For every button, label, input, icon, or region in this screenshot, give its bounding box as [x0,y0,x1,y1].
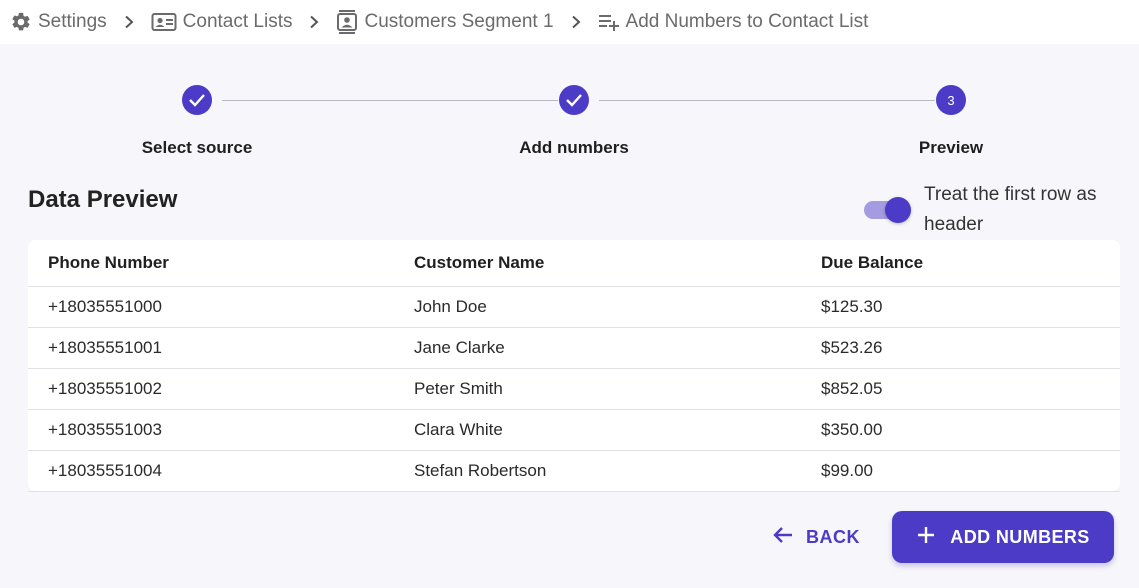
cell-name: John Doe [414,286,821,328]
cell-name: Peter Smith [414,368,821,410]
cell-name: Stefan Robertson [414,450,821,492]
cell-name: Jane Clarke [414,327,821,369]
contact-card-icon [151,11,177,33]
gear-icon [10,11,32,33]
chevron-right-icon [123,15,135,29]
cell-balance: $99.00 [821,450,1120,492]
breadcrumb-customers-segment[interactable]: Customers Segment 1 [336,9,554,35]
breadcrumb-label: Add Numbers to Contact List [625,11,869,32]
arrow-left-icon [772,525,794,550]
cell-phone: +18035551003 [28,409,414,451]
back-button-label: BACK [806,526,860,547]
step-3-number: 3 [936,85,966,115]
data-preview-table: Phone Number Customer Name Due Balance +… [28,240,1120,492]
breadcrumb-label: Contact Lists [182,11,293,32]
cell-balance: $125.30 [821,286,1120,328]
table-row: +18035551002 Peter Smith $852.05 [28,368,1120,410]
column-header-phone: Phone Number [28,240,414,287]
column-header-balance: Due Balance [821,240,1120,287]
table-row: +18035551001 Jane Clarke $523.26 [28,327,1120,369]
add-numbers-button[interactable]: ADD NUMBERS [892,511,1114,563]
add-numbers-button-label: ADD NUMBERS [950,526,1090,547]
breadcrumb-label: Customers Segment 1 [364,11,554,32]
chevron-right-icon [570,15,582,29]
cell-phone: +18035551004 [28,450,414,492]
stepper: 3 Select source Add numbers Preview [0,82,1139,162]
header-row-toggle[interactable] [864,197,912,223]
header-row-toggle-control[interactable]: Treat the first row as header [864,180,1114,240]
table-header-row: Phone Number Customer Name Due Balance [28,240,1120,287]
table-row: +18035551000 John Doe $125.30 [28,286,1120,328]
table-row: +18035551004 Stefan Robertson $99.00 [28,450,1120,492]
step-1-check-icon [182,85,212,115]
step-3-label: Preview [918,138,984,157]
cell-phone: +18035551001 [28,327,414,369]
column-header-name: Customer Name [414,240,821,287]
back-button[interactable]: BACK [772,522,860,552]
step-1-label: Select source [141,138,253,157]
breadcrumb-label: Settings [38,11,107,32]
table-row: +18035551003 Clara White $350.00 [28,409,1120,451]
step-connector [599,100,935,101]
breadcrumb: Settings Contact Lists Customers Segment… [0,0,1139,44]
contact-list-icon [336,9,358,35]
cell-balance: $350.00 [821,409,1120,451]
toggle-thumb [885,197,911,223]
cell-phone: +18035551000 [28,286,414,328]
breadcrumb-settings[interactable]: Settings [10,11,107,33]
cell-phone: +18035551002 [28,368,414,410]
chevron-right-icon [308,15,320,29]
playlist-add-icon [598,12,620,32]
cell-balance: $523.26 [821,327,1120,369]
cell-balance: $852.05 [821,368,1120,410]
header-row-toggle-label: Treat the first row as header [924,184,1097,235]
breadcrumb-contact-lists[interactable]: Contact Lists [151,11,293,33]
cell-name: Clara White [414,409,821,451]
plus-icon [916,525,936,550]
step-connector [222,100,558,101]
data-preview-title: Data Preview [28,186,178,213]
step-2-label: Add numbers [519,138,629,157]
breadcrumb-add-numbers: Add Numbers to Contact List [598,11,869,33]
step-2-check-icon [559,85,589,115]
